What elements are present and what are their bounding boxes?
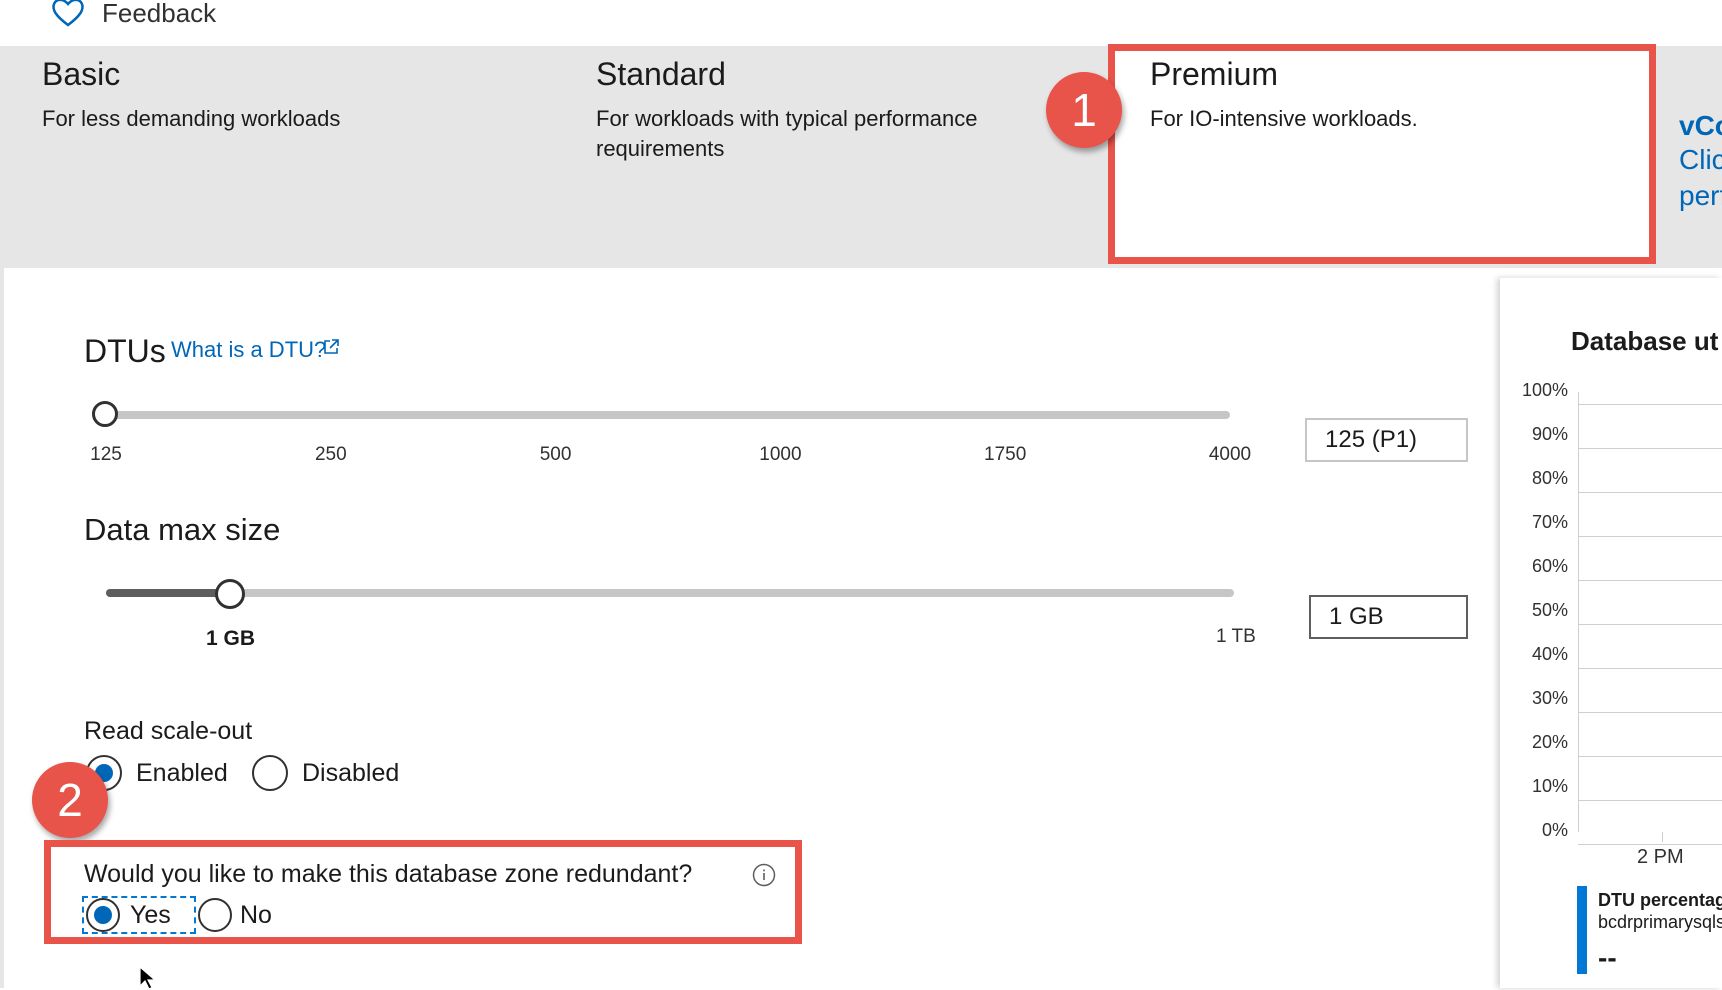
chart-gridline [1578, 536, 1722, 537]
heart-icon[interactable] [50, 0, 86, 30]
legend-series-name: DTU percentage [1598, 890, 1722, 910]
chart-gridline [1578, 404, 1722, 405]
tier-basic-description: For less demanding workloads [42, 106, 341, 131]
what-is-dtu-link[interactable]: What is a DTU? [171, 337, 326, 363]
data-size-current-label: 1 GB [206, 627, 256, 650]
premium-highlight-box [1108, 44, 1656, 264]
chart-gridline [1578, 492, 1722, 493]
dtu-tick-label: 1000 [759, 444, 802, 465]
dtu-tick-label: 500 [539, 444, 572, 465]
callout-badge-2: 2 [32, 762, 108, 838]
radio-disabled-label[interactable]: Disabled [302, 759, 399, 788]
dtu-tick-label: 250 [314, 444, 347, 465]
chart-y-tick-label: 0% [1541, 820, 1568, 840]
radio-enabled-label[interactable]: Enabled [136, 759, 228, 788]
chart-gridline [1578, 800, 1722, 801]
chart-x-tick [1662, 832, 1663, 842]
chart-y-tick-label: 20% [1531, 732, 1568, 752]
dtu-slider-track[interactable] [106, 411, 1230, 419]
chart-gridline [1578, 580, 1722, 581]
chart-gridline [1578, 844, 1722, 845]
tier-standard-description-line1: For workloads with typical performance [596, 106, 978, 131]
read-scale-out-title: Read scale-out [84, 717, 253, 745]
chart-y-tick-label: 100% [1521, 380, 1568, 400]
tier-standard-description-line2: requirements [596, 136, 725, 161]
data-size-max-label: 1 TB [1216, 626, 1256, 647]
legend-color-bar [1577, 886, 1587, 974]
data-size-slider-fill [106, 589, 231, 597]
mouse-cursor-icon [139, 966, 157, 990]
chart-x-tick-label: 2 PM [1637, 846, 1684, 868]
external-link-icon[interactable] [322, 338, 340, 356]
tier-standard-title[interactable]: Standard [596, 56, 726, 93]
utilization-title: Database ut [1571, 326, 1719, 356]
dtu-slider-thumb[interactable] [92, 401, 118, 427]
chart-y-tick-label: 80% [1531, 468, 1568, 488]
tier-vcore-link-line1[interactable]: Clicl [1679, 144, 1722, 176]
data-size-slider-track[interactable] [106, 589, 1234, 597]
chart-y-tick-label: 30% [1531, 688, 1568, 708]
tier-vcore-link-line2[interactable]: perf [1679, 180, 1722, 212]
chart-gridline [1578, 668, 1722, 669]
data-size-value-input[interactable]: 1 GB [1309, 595, 1468, 639]
dtu-tick-label: 1750 [984, 444, 1027, 465]
chart-y-tick-label: 60% [1531, 556, 1568, 576]
feedback-link[interactable]: Feedback [102, 0, 216, 29]
tier-vcore-title[interactable]: vCo [1679, 110, 1722, 142]
chart-gridline [1578, 624, 1722, 625]
dtu-tick-label: 125 [90, 444, 122, 465]
legend-series-server: bcdrprimarysqls [1598, 912, 1722, 932]
dtu-value-input[interactable]: 125 (P1) [1305, 418, 1468, 462]
chart-gridline [1578, 712, 1722, 713]
legend-series-value: -- [1598, 942, 1617, 973]
data-max-size-title: Data max size [84, 512, 281, 547]
chart-y-tick-label: 70% [1531, 512, 1568, 532]
chart-y-tick-label: 40% [1531, 644, 1568, 664]
radio-disabled[interactable] [252, 755, 288, 791]
zone-redundant-highlight-box [44, 840, 802, 944]
dtu-tick-label: 4000 [1208, 444, 1252, 465]
data-size-slider-thumb[interactable] [215, 579, 246, 609]
chart-y-tick-label: 90% [1531, 424, 1568, 444]
tier-basic-title[interactable]: Basic [42, 56, 120, 93]
callout-badge-1: 1 [1046, 72, 1122, 148]
chart-y-tick-label: 10% [1531, 776, 1568, 796]
chart-y-axis [1578, 392, 1579, 832]
chart-y-tick-label: 50% [1531, 600, 1568, 620]
chart-gridline [1578, 756, 1722, 757]
dtu-title: DTUs [84, 333, 166, 369]
chart-gridline [1578, 448, 1722, 449]
top-bar [0, 0, 1722, 48]
